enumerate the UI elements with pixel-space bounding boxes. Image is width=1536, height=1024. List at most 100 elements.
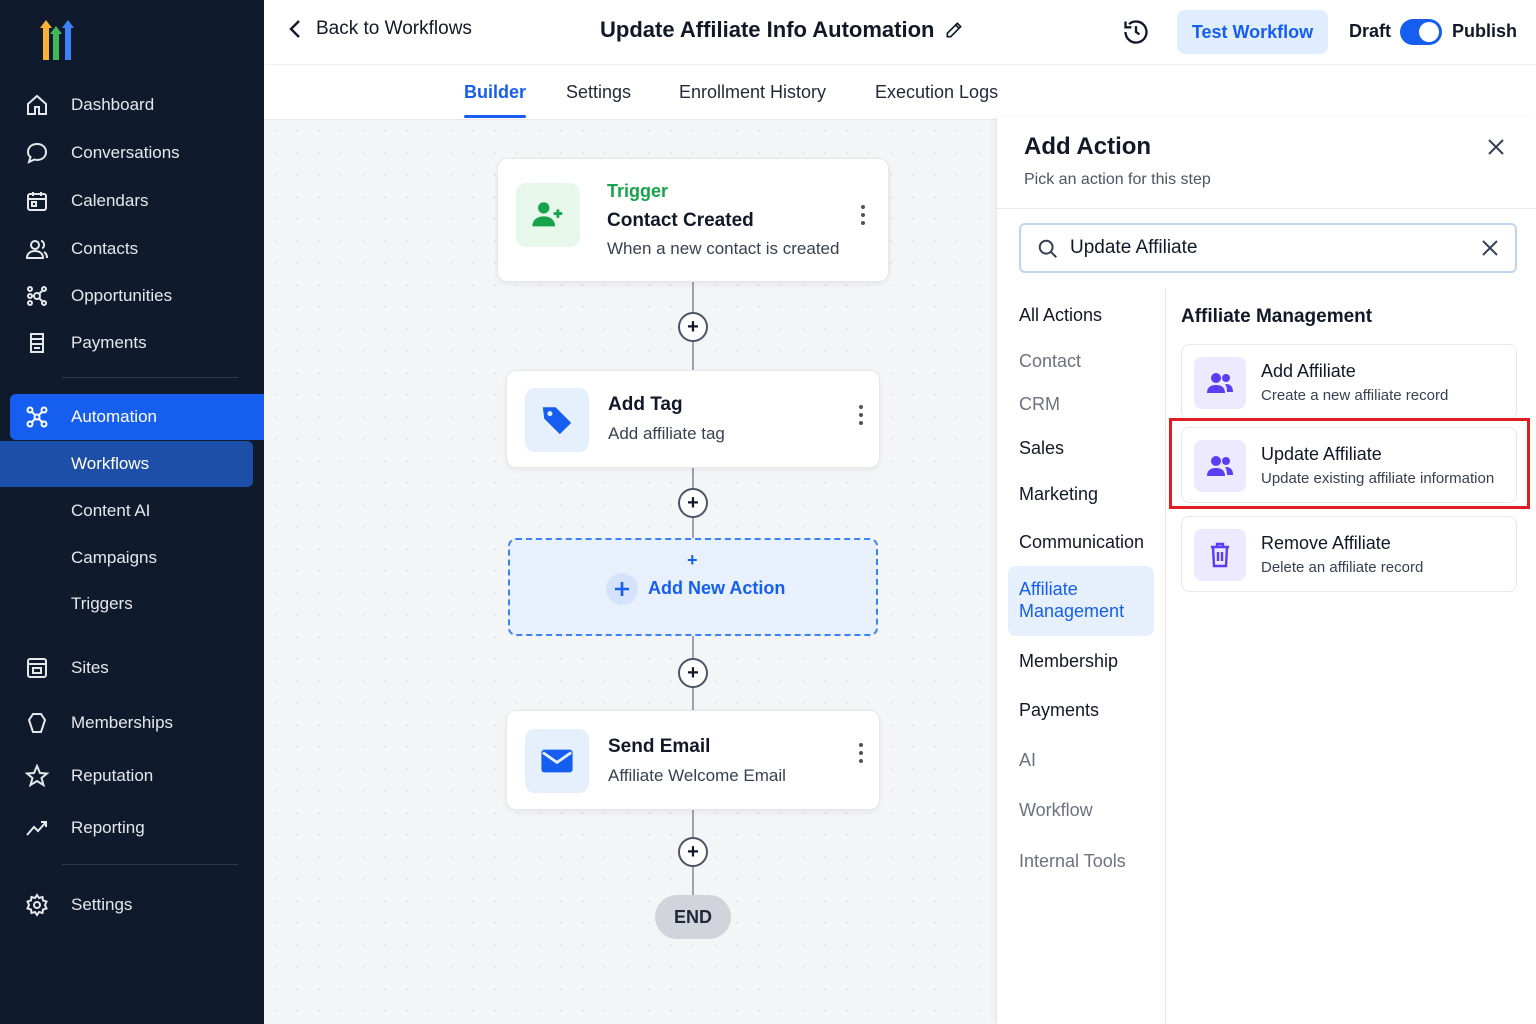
action-node-send-email[interactable]: Send Email Affiliate Welcome Email [506, 710, 880, 810]
workflow-title: Update Affiliate Info Automation [600, 17, 935, 42]
pencil-icon[interactable] [944, 20, 964, 45]
sidebar-item-label: Sites [71, 658, 109, 677]
panel-title: Add Action [1024, 133, 1152, 160]
tab-enrollment-history[interactable]: Enrollment History [679, 82, 826, 103]
add-step-button[interactable]: + [678, 488, 708, 518]
sidebar-item-memberships[interactable]: Memberships [0, 700, 264, 746]
tab-execution-logs[interactable]: Execution Logs [875, 82, 998, 103]
sidebar-subitem-triggers[interactable]: Triggers [0, 581, 264, 627]
add-step-button[interactable]: + [678, 837, 708, 867]
payments-icon [24, 330, 50, 356]
step-description: Add affiliate tag [608, 424, 725, 443]
sidebar-item-label: Memberships [71, 713, 174, 732]
category-label: Affiliate Management [1019, 579, 1125, 621]
category-communication[interactable]: Communication [1019, 532, 1144, 553]
sidebar-subitem-content-ai[interactable]: Content AI [0, 488, 264, 534]
action-description: Create a new affiliate record [1261, 387, 1449, 404]
action-card-add-affiliate[interactable]: Add Affiliate Create a new affiliate rec… [1181, 344, 1517, 420]
category-affiliate-management[interactable]: Affiliate Management [1008, 566, 1154, 636]
add-new-action-placeholder[interactable]: + Add New Action [508, 538, 878, 636]
category-marketing[interactable]: Marketing [1019, 484, 1098, 505]
sidebar-item-contacts[interactable]: Contacts [0, 226, 264, 272]
sidebar-item-reporting[interactable]: Reporting [0, 805, 264, 851]
sidebar-item-label: Payments [71, 333, 147, 352]
sidebar-item-label: Conversations [71, 143, 180, 162]
sidebar-item-label: Settings [71, 895, 133, 914]
gear-icon [24, 892, 50, 918]
test-workflow-button[interactable]: Test Workflow [1177, 10, 1328, 54]
clear-search-icon[interactable] [1481, 239, 1499, 262]
add-new-action-label: Add New Action [648, 578, 786, 598]
action-node-add-tag[interactable]: Add Tag Add affiliate tag [506, 370, 880, 468]
sidebar-item-calendars[interactable]: Calendars [0, 178, 264, 224]
action-description: Delete an affiliate record [1261, 559, 1424, 576]
contacts-icon [24, 236, 50, 262]
sidebar-item-automation[interactable]: Automation [10, 394, 264, 440]
sidebar-divider [62, 377, 238, 378]
section-heading: Affiliate Management [1181, 306, 1373, 327]
chevron-left-icon [289, 20, 300, 38]
category-all-actions[interactable]: All Actions [1019, 305, 1102, 326]
more-options-icon[interactable] [853, 203, 873, 227]
sidebar-subitem-workflows[interactable]: Workflows [0, 441, 253, 487]
action-title: Add Affiliate [1261, 361, 1356, 381]
highlight-box [1169, 418, 1530, 509]
category-crm[interactable]: CRM [1019, 394, 1060, 415]
home-icon [24, 92, 50, 118]
add-step-button[interactable]: + [678, 312, 708, 342]
sidebar-subitem-campaigns[interactable]: Campaigns [0, 535, 264, 581]
sidebar: Dashboard Conversations Calendars Contac… [0, 0, 264, 1024]
step-title: Send Email [608, 736, 711, 757]
sidebar-item-label: Reputation [71, 766, 154, 785]
tab-settings[interactable]: Settings [566, 82, 631, 103]
back-to-workflows-link[interactable]: Back to Workflows [288, 18, 472, 40]
close-icon[interactable] [1487, 138, 1505, 161]
end-node: END [655, 895, 731, 939]
tag-icon [525, 388, 589, 452]
category-ai[interactable]: AI [1019, 750, 1036, 771]
sidebar-item-label: Triggers [71, 594, 133, 613]
sidebar-item-settings[interactable]: Settings [0, 882, 264, 928]
category-workflow[interactable]: Workflow [1019, 800, 1093, 821]
step-description: Affiliate Welcome Email [608, 766, 786, 785]
draft-label: Draft [1349, 21, 1392, 41]
action-search-box [1019, 223, 1517, 273]
plus-icon: + [687, 550, 698, 570]
sidebar-item-label: Workflows [71, 454, 150, 473]
action-search-input[interactable] [1070, 235, 1470, 261]
sidebar-item-payments[interactable]: Payments [0, 320, 264, 366]
category-sales[interactable]: Sales [1019, 438, 1064, 459]
publish-toggle[interactable] [1400, 19, 1442, 45]
trigger-description: When a new contact is created [607, 239, 840, 258]
sidebar-item-label: Campaigns [71, 548, 157, 567]
category-payments[interactable]: Payments [1019, 700, 1099, 721]
history-icon[interactable] [1122, 18, 1150, 51]
category-divider [1165, 288, 1166, 1024]
sidebar-item-dashboard[interactable]: Dashboard [0, 82, 264, 128]
users-icon [1194, 357, 1246, 409]
sidebar-item-reputation[interactable]: Reputation [0, 753, 264, 799]
app-logo[interactable] [32, 18, 80, 67]
trigger-title: Contact Created [607, 210, 754, 231]
trash-icon [1194, 529, 1246, 581]
sidebar-item-opportunities[interactable]: Opportunities [0, 273, 264, 319]
action-card-remove-affiliate[interactable]: Remove Affiliate Delete an affiliate rec… [1181, 516, 1517, 592]
top-header: Back to Workflows Update Affiliate Info … [264, 0, 1536, 64]
category-membership[interactable]: Membership [1019, 651, 1118, 672]
sidebar-item-sites[interactable]: Sites [0, 645, 264, 691]
more-options-icon[interactable] [851, 741, 871, 765]
sidebar-item-label: Automation [71, 407, 157, 426]
workflow-canvas[interactable]: + + + + Trigger Contact Created When a n… [264, 120, 996, 1024]
more-options-icon[interactable] [851, 403, 871, 427]
panel-divider [997, 208, 1536, 209]
category-contact[interactable]: Contact [1019, 351, 1081, 372]
trigger-node[interactable]: Trigger Contact Created When a new conta… [497, 158, 889, 282]
category-internal-tools[interactable]: Internal Tools [1019, 851, 1126, 872]
tab-builder[interactable]: Builder [464, 82, 527, 118]
sidebar-item-conversations[interactable]: Conversations [0, 130, 264, 176]
add-step-button[interactable]: + [678, 658, 708, 688]
sites-icon [24, 655, 50, 681]
add-action-panel: Add Action Pick an action for this step … [996, 118, 1536, 1024]
automation-icon [24, 404, 50, 430]
sidebar-divider [62, 864, 238, 865]
